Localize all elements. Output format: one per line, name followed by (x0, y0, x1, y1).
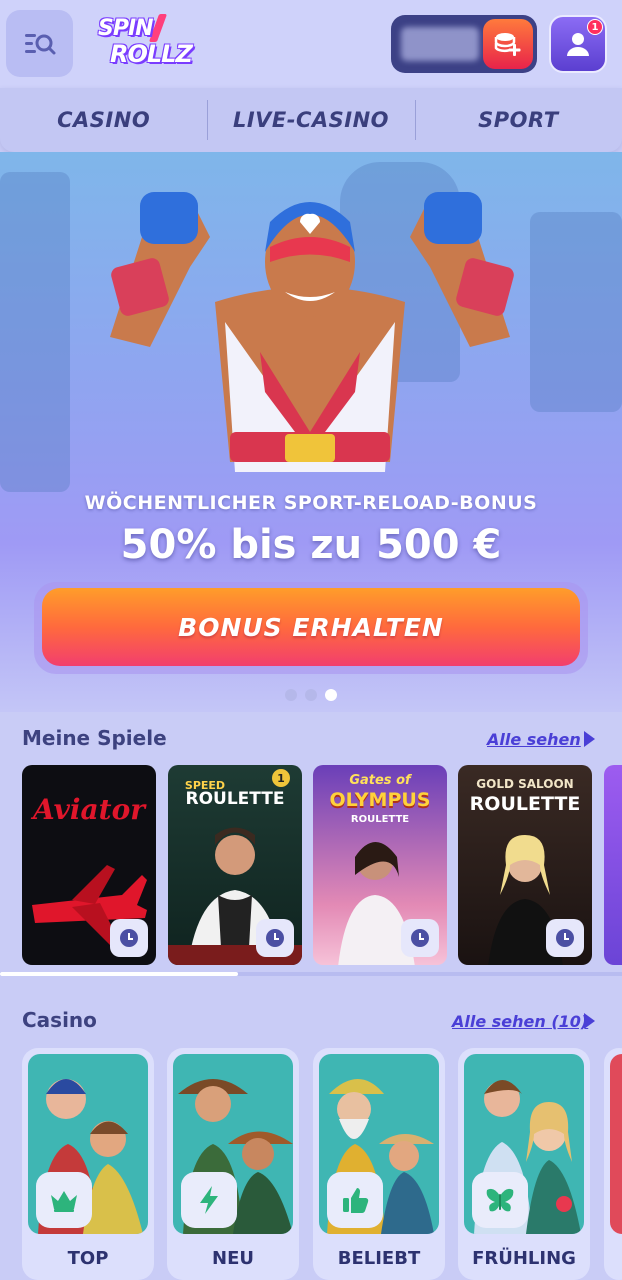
category-label: TOP (67, 1248, 109, 1269)
top-header: SPIN ROLLZ 1 (0, 0, 622, 88)
category-card-new[interactable]: NEU (167, 1048, 299, 1280)
coins-plus-icon (494, 33, 521, 56)
carousel-dot[interactable] (285, 689, 297, 701)
category-label: NEU (212, 1248, 254, 1269)
game-card-speed-roulette[interactable]: SPEED ROULETTE 1 (168, 765, 302, 965)
games-scroll-thumb[interactable] (0, 972, 238, 976)
lightning-icon (200, 1186, 218, 1214)
game-card-partial[interactable] (604, 765, 622, 965)
category-image (610, 1054, 622, 1234)
category-card-popular[interactable]: BELIEBT (313, 1048, 445, 1280)
crown-icon (51, 1191, 77, 1212)
tab-casino[interactable]: CASINO (0, 88, 207, 152)
category-card-partial[interactable] (604, 1048, 622, 1280)
carousel-dot[interactable] (305, 689, 317, 701)
category-icon-tile (327, 1172, 383, 1228)
game-card-aviator[interactable]: Aviator (22, 765, 156, 965)
category-icon-tile (181, 1172, 237, 1228)
get-bonus-button[interactable]: BONUS ERHALTEN (42, 588, 580, 666)
hero-banner[interactable]: WÖCHENTLICHER SPORT-RELOAD-BONUS 50% bis… (0, 152, 622, 712)
recent-clock-button[interactable] (401, 919, 439, 957)
game-title: ROULETTE (469, 793, 581, 815)
arrow-right-icon[interactable] (584, 731, 595, 747)
game-subtitle: ROULETTE (350, 814, 410, 825)
hidden-balance (401, 27, 479, 61)
carousel-dots (0, 689, 622, 701)
logo-text-rollz: ROLLZ (110, 40, 193, 68)
tab-live-casino[interactable]: LIVE-CASINO (207, 88, 414, 152)
clock-icon (266, 929, 284, 947)
main-tabs: CASINO LIVE-CASINO SPORT (0, 88, 622, 152)
clock-icon (556, 929, 574, 947)
deposit-button[interactable] (483, 19, 533, 69)
balance-widget[interactable] (391, 15, 537, 73)
notification-badge: 1 (587, 19, 603, 35)
profile-button[interactable]: 1 (549, 15, 607, 73)
wrestler-mascot-illustration (110, 192, 514, 472)
arrow-right-icon[interactable] (584, 1013, 595, 1029)
butterfly-icon (486, 1188, 514, 1212)
bonus-button-wrap: BONUS ERHALTEN (34, 582, 588, 674)
tab-sport[interactable]: SPORT (414, 88, 622, 152)
thumbs-up-icon (343, 1188, 369, 1213)
casino-section-title: Casino (22, 1008, 97, 1032)
logo-text-spin: SPIN (98, 16, 154, 41)
hero-subtitle: 50% bis zu 500 € (120, 522, 502, 568)
game-pretitle: GOLD SALOON (476, 777, 574, 791)
category-card-spring[interactable]: FRÜHLING (458, 1048, 590, 1280)
game-title: OLYMPUS (329, 789, 431, 811)
hero-title: WÖCHENTLICHER SPORT-RELOAD-BONUS (84, 492, 538, 514)
category-icon-tile (36, 1172, 92, 1228)
category-icon-tile (472, 1172, 528, 1228)
spinrollz-logo[interactable]: SPIN ROLLZ (96, 14, 196, 72)
carousel-dot-active[interactable] (325, 689, 337, 701)
search-list-icon (24, 33, 55, 54)
game-card-gates-of-olympus-roulette[interactable]: Gates of OLYMPUS ROULETTE (313, 765, 447, 965)
recent-clock-button[interactable] (546, 919, 584, 957)
category-card-top[interactable]: TOP (22, 1048, 154, 1280)
category-label: BELIEBT (337, 1248, 421, 1269)
recent-clock-button[interactable] (110, 919, 148, 957)
casino-see-all-link[interactable]: Alle sehen (10) (452, 1012, 588, 1031)
clock-icon (120, 929, 138, 947)
category-label: FRÜHLING (472, 1248, 576, 1269)
recent-clock-button[interactable] (256, 919, 294, 957)
game-badge: 1 (272, 769, 290, 787)
my-games-see-all-link[interactable]: Alle sehen (487, 730, 581, 749)
my-games-title: Meine Spiele (22, 726, 167, 750)
game-pretitle: Gates of (349, 773, 411, 788)
search-menu-button[interactable] (6, 10, 73, 77)
game-title: Aviator (33, 793, 145, 826)
clock-icon (411, 929, 429, 947)
user-icon (567, 33, 589, 56)
game-title: ROULETTE (185, 789, 285, 809)
game-card-gold-saloon-roulette[interactable]: GOLD SALOON ROULETTE (458, 765, 592, 965)
